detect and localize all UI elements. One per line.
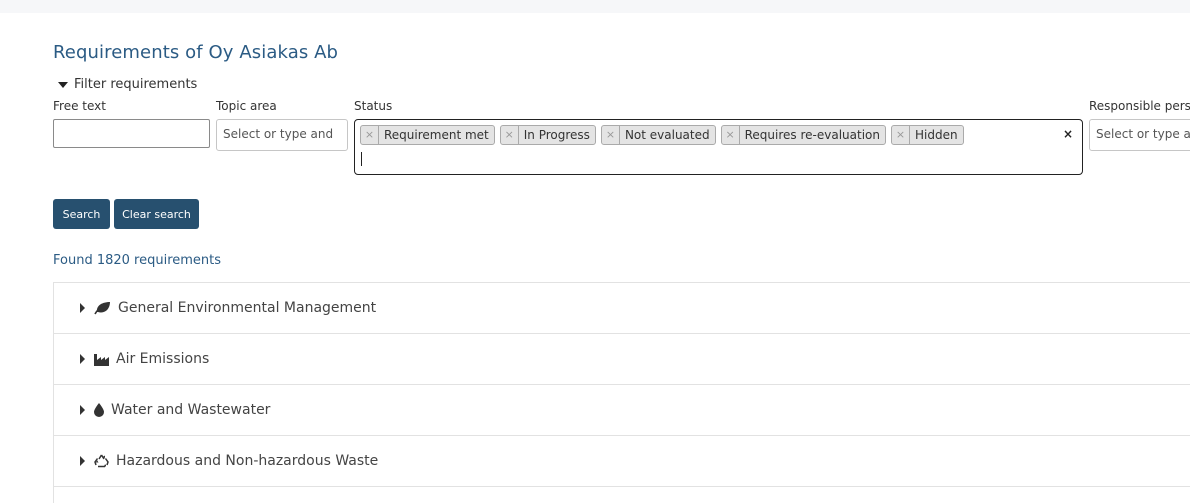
status-tag: × Hidden <box>890 125 964 145</box>
tag-remove-icon[interactable]: × <box>892 126 910 144</box>
category-accordion: General Environmental Management Air Emi… <box>53 282 1190 503</box>
category-hazardous-and-non-hazardous-waste[interactable]: Hazardous and Non-hazardous Waste <box>54 436 1190 487</box>
tag-remove-icon[interactable]: × <box>361 126 379 144</box>
responsible-person-label: Responsible pers <box>1089 99 1190 113</box>
water-drop-icon <box>94 403 104 417</box>
status-multiselect[interactable]: × Requirement met × In Progress × Not ev… <box>354 119 1083 175</box>
status-tag-label: Hidden <box>914 128 958 142</box>
caret-right-icon <box>80 303 85 313</box>
topic-area-select[interactable]: Select or type and <box>216 119 348 151</box>
search-button[interactable]: Search <box>53 199 110 229</box>
status-tag: × Not evaluated <box>600 125 716 145</box>
free-text-label: Free text <box>53 99 106 113</box>
free-text-input[interactable] <box>53 119 210 148</box>
status-tag-label: In Progress <box>523 128 590 142</box>
caret-right-icon <box>80 405 85 415</box>
responsible-person-select[interactable]: Select or type and <box>1089 119 1190 151</box>
page-title: Requirements of Oy Asiakas Ab <box>53 42 339 63</box>
caret-down-icon <box>58 81 68 88</box>
status-tag-list: × Requirement met × In Progress × Not ev… <box>360 125 964 145</box>
results-count: Found 1820 requirements <box>53 253 222 268</box>
text-cursor <box>361 152 362 166</box>
status-label: Status <box>354 99 393 113</box>
status-tag-label: Requires re-evaluation <box>744 128 880 142</box>
clear-all-icon[interactable]: × <box>1063 127 1073 141</box>
caret-right-icon <box>80 354 85 364</box>
topic-area-placeholder: Select or type and <box>223 127 334 141</box>
status-tag: × In Progress <box>499 125 596 145</box>
category-label: Air Emissions <box>116 351 210 367</box>
filter-toggle[interactable]: Filter requirements <box>58 77 197 92</box>
responsible-person-placeholder: Select or type and <box>1096 127 1190 141</box>
category-general-environmental-management[interactable]: General Environmental Management <box>54 283 1190 334</box>
status-tag-label: Not evaluated <box>624 128 710 142</box>
tag-remove-icon[interactable]: × <box>602 126 620 144</box>
clear-search-button[interactable]: Clear search <box>114 199 199 229</box>
caret-right-icon <box>80 456 85 466</box>
factory-icon <box>94 353 109 366</box>
status-tag-label: Requirement met <box>384 128 489 142</box>
category-water-and-wastewater[interactable]: Water and Wastewater <box>54 385 1190 436</box>
category-air-emissions[interactable]: Air Emissions <box>54 334 1190 385</box>
topic-area-label: Topic area <box>216 99 277 113</box>
filter-toggle-label: Filter requirements <box>74 77 198 92</box>
leaf-icon <box>94 301 111 315</box>
top-bar <box>0 0 1190 13</box>
recycle-icon <box>94 454 109 468</box>
tag-remove-icon[interactable]: × <box>501 126 519 144</box>
category-label: Water and Wastewater <box>111 402 271 418</box>
category-label: General Environmental Management <box>118 300 377 316</box>
category-label: Hazardous and Non-hazardous Waste <box>116 453 379 469</box>
status-tag: × Requirement met <box>360 125 495 145</box>
status-tag: × Requires re-evaluation <box>720 125 886 145</box>
tag-remove-icon[interactable]: × <box>722 126 740 144</box>
